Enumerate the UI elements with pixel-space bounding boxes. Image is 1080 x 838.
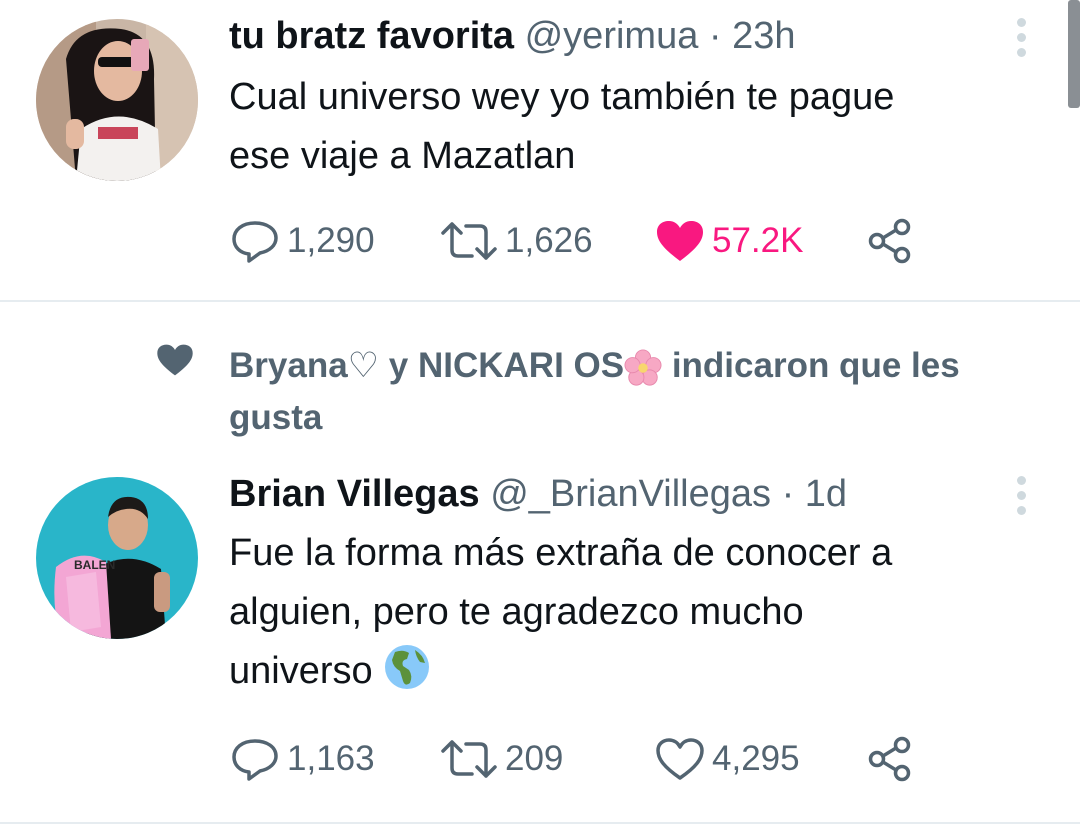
username[interactable]: @_BrianVillegas bbox=[490, 473, 771, 515]
avatar-shirt-text: BALEN bbox=[74, 558, 115, 572]
tweet-actions: 1,163 209 4,295 bbox=[229, 734, 929, 784]
liked-by-users[interactable]: Bryana♡ y NICKARI OS bbox=[229, 346, 624, 385]
avatar[interactable]: BALEN bbox=[36, 477, 198, 639]
tweet-text: Fue la forma más extraña de conocer a al… bbox=[229, 524, 1029, 701]
avatar[interactable] bbox=[36, 19, 198, 181]
globe-americas-icon bbox=[385, 645, 430, 689]
tweet-header: Brian Villegas @_BrianVillegas · 1d bbox=[229, 472, 847, 516]
social-context-suffix: indicaron que les bbox=[662, 346, 960, 385]
social-context-line2: gusta bbox=[229, 398, 323, 437]
tweet-header: tu bratz favorita @yerimua · 23h bbox=[229, 14, 796, 58]
timestamp[interactable]: 23h bbox=[732, 15, 795, 57]
share-icon bbox=[868, 218, 911, 264]
tweet-text-line: universo bbox=[229, 642, 1029, 701]
tweet[interactable]: tu bratz favorita @yerimua · 23h Cual un… bbox=[0, 0, 1080, 300]
retweet-icon bbox=[441, 222, 497, 260]
tweet-text-line: alguien, pero te agradezco mucho bbox=[229, 591, 804, 633]
reply-button[interactable]: 1,290 bbox=[229, 216, 375, 266]
share-button[interactable] bbox=[865, 734, 915, 784]
like-button[interactable]: 4,295 bbox=[654, 734, 800, 784]
cherry-blossom-icon bbox=[624, 349, 662, 386]
avatar-photo bbox=[36, 19, 198, 181]
avatar-photo: BALEN bbox=[36, 477, 198, 639]
retweet-button[interactable]: 209 bbox=[439, 734, 563, 784]
more-options-icon[interactable] bbox=[1006, 14, 1036, 58]
reply-icon bbox=[232, 739, 278, 781]
separator: · bbox=[708, 15, 722, 57]
tweet[interactable]: BALEN Brian Villegas @_BrianVillegas · 1… bbox=[0, 460, 1080, 820]
reply-count: 1,290 bbox=[287, 221, 375, 260]
heart-outline-icon bbox=[656, 738, 704, 780]
reply-button[interactable]: 1,163 bbox=[229, 734, 375, 784]
reply-icon bbox=[232, 221, 278, 263]
more-options-icon[interactable] bbox=[1006, 472, 1036, 516]
like-count: 4,295 bbox=[712, 739, 800, 778]
heart-icon bbox=[157, 344, 193, 376]
tweet-text-word: universo bbox=[229, 650, 373, 692]
retweet-button[interactable]: 1,626 bbox=[439, 216, 593, 266]
retweet-count: 1,626 bbox=[505, 221, 593, 260]
tweet-actions: 1,290 1,626 57.2K bbox=[229, 216, 929, 266]
share-button[interactable] bbox=[865, 216, 915, 266]
reply-count: 1,163 bbox=[287, 739, 375, 778]
retweet-count: 209 bbox=[505, 739, 564, 778]
display-name[interactable]: tu bratz favorita bbox=[229, 15, 514, 57]
retweet-icon bbox=[441, 740, 497, 778]
tweet-text: Cual universo wey yo también te pague es… bbox=[229, 68, 1029, 186]
separator: · bbox=[781, 473, 795, 515]
social-context[interactable]: Bryana♡ y NICKARI OS indicaron que les g… bbox=[229, 340, 1049, 444]
username[interactable]: @yerimua bbox=[525, 15, 699, 57]
tweet-text-line: Fue la forma más extraña de conocer a bbox=[229, 532, 893, 574]
like-count: 57.2K bbox=[712, 221, 804, 260]
heart-filled-icon bbox=[657, 221, 703, 261]
like-button[interactable]: 57.2K bbox=[654, 216, 803, 266]
tweet-divider bbox=[0, 300, 1080, 302]
timestamp[interactable]: 1d bbox=[805, 473, 847, 515]
tweet-text-line: Cual universo wey yo también te pague bbox=[229, 76, 895, 118]
display-name[interactable]: Brian Villegas bbox=[229, 473, 480, 515]
tweet-divider bbox=[0, 822, 1080, 824]
tweet-text-line: ese viaje a Mazatlan bbox=[229, 135, 576, 177]
share-icon bbox=[868, 736, 911, 782]
